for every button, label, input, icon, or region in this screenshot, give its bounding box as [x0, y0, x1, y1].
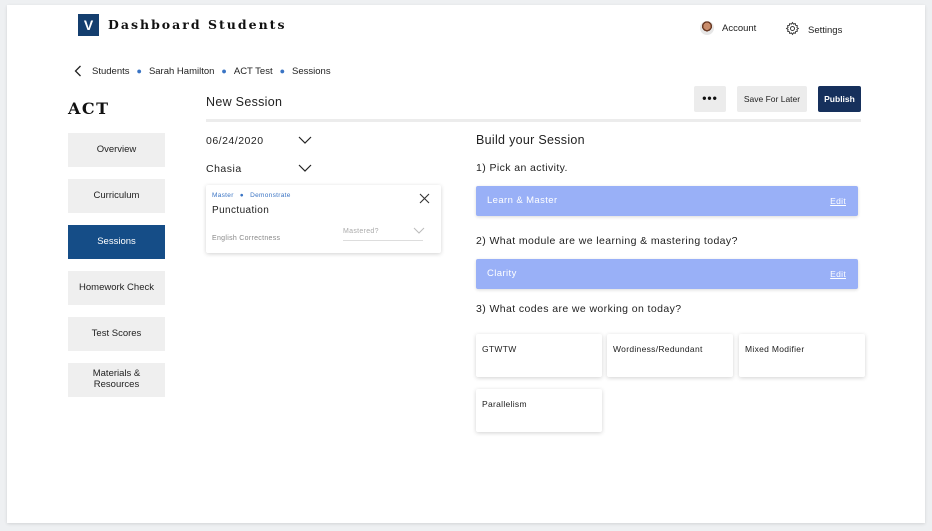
- mastered-placeholder: Mastered?: [343, 228, 379, 235]
- breadcrumb-item-test[interactable]: ACT Test: [234, 66, 273, 77]
- edit-activity-link[interactable]: Edit: [830, 196, 846, 206]
- breadcrumb-separator: ●: [279, 66, 286, 76]
- module-label: Clarity: [487, 268, 517, 279]
- sidebar-item-sessions[interactable]: Sessions: [68, 225, 165, 259]
- page-title: ACT: [68, 99, 110, 118]
- header-divider: [206, 119, 861, 122]
- nav-students-link[interactable]: Students: [208, 17, 286, 32]
- tutor-value: Chasia: [206, 163, 242, 175]
- sidebar-item-test-scores[interactable]: Test Scores: [68, 317, 165, 351]
- module-selection[interactable]: Clarity Edit: [476, 259, 858, 289]
- settings-menu[interactable]: Settings: [785, 21, 842, 39]
- breadcrumb-separator: ●: [221, 66, 227, 76]
- tag-master: Master: [212, 192, 234, 199]
- card-subject: English Correctness: [212, 235, 281, 242]
- chevron-left-icon[interactable]: [74, 65, 82, 77]
- sidebar-item-homework-check[interactable]: Homework Check: [68, 271, 165, 305]
- code-card[interactable]: Parallelism: [476, 389, 602, 432]
- breadcrumb-item-sessions[interactable]: Sessions: [292, 66, 331, 77]
- sidebar-item-overview[interactable]: Overview: [68, 133, 165, 167]
- code-card[interactable]: Mixed Modifier: [739, 334, 865, 377]
- chevron-down-icon: [413, 227, 425, 236]
- question-activity: 1) Pick an activity.: [476, 162, 568, 174]
- nav-dashboard-link[interactable]: Dashboard: [108, 17, 202, 32]
- account-label: Account: [722, 22, 757, 34]
- build-session-title: Build your Session: [476, 133, 585, 147]
- activity-label: Learn & Master: [487, 195, 558, 206]
- gear-icon: [785, 21, 800, 39]
- account-menu[interactable]: Account: [700, 21, 756, 35]
- save-for-later-button[interactable]: Save For Later: [737, 86, 807, 112]
- card-title: Punctuation: [212, 205, 270, 216]
- code-card[interactable]: Wordiness/Redundant: [607, 334, 733, 377]
- settings-label: Settings: [808, 24, 843, 36]
- tutor-select[interactable]: Chasia: [206, 163, 312, 175]
- logo[interactable]: V: [78, 14, 99, 36]
- breadcrumb: Students ● Sarah Hamilton ● ACT Test ● S…: [74, 65, 331, 77]
- chevron-down-icon: [298, 163, 312, 175]
- session-title: New Session: [206, 95, 283, 109]
- card-tags: Master ● Demonstrate: [212, 192, 291, 199]
- activity-selection[interactable]: Learn & Master Edit: [476, 186, 858, 216]
- code-card[interactable]: GTWTW: [476, 334, 602, 377]
- question-module: 2) What module are we learning & masteri…: [476, 235, 738, 247]
- sidebar-item-materials[interactable]: Materials & Resources: [68, 363, 165, 397]
- avatar: [700, 21, 714, 35]
- tag-separator: ●: [239, 192, 245, 199]
- tag-demonstrate: Demonstrate: [250, 192, 291, 199]
- edit-module-link[interactable]: Edit: [830, 269, 846, 279]
- publish-button[interactable]: Publish: [818, 86, 861, 112]
- date-value: 06/24/2020: [206, 135, 264, 147]
- question-codes: 3) What codes are we working on today?: [476, 303, 682, 315]
- breadcrumb-separator: ●: [136, 66, 142, 76]
- more-options-button[interactable]: •••: [694, 86, 726, 112]
- breadcrumb-item-students[interactable]: Students: [92, 66, 130, 77]
- sidebar-item-curriculum[interactable]: Curriculum: [68, 179, 165, 213]
- session-item-card[interactable]: Master ● Demonstrate Punctuation English…: [206, 185, 441, 253]
- breadcrumb-item-student[interactable]: Sarah Hamilton: [149, 66, 214, 77]
- date-select[interactable]: 06/24/2020: [206, 135, 312, 147]
- close-icon[interactable]: [419, 191, 430, 209]
- chevron-down-icon: [298, 135, 312, 147]
- mastered-select[interactable]: Mastered?: [343, 227, 425, 241]
